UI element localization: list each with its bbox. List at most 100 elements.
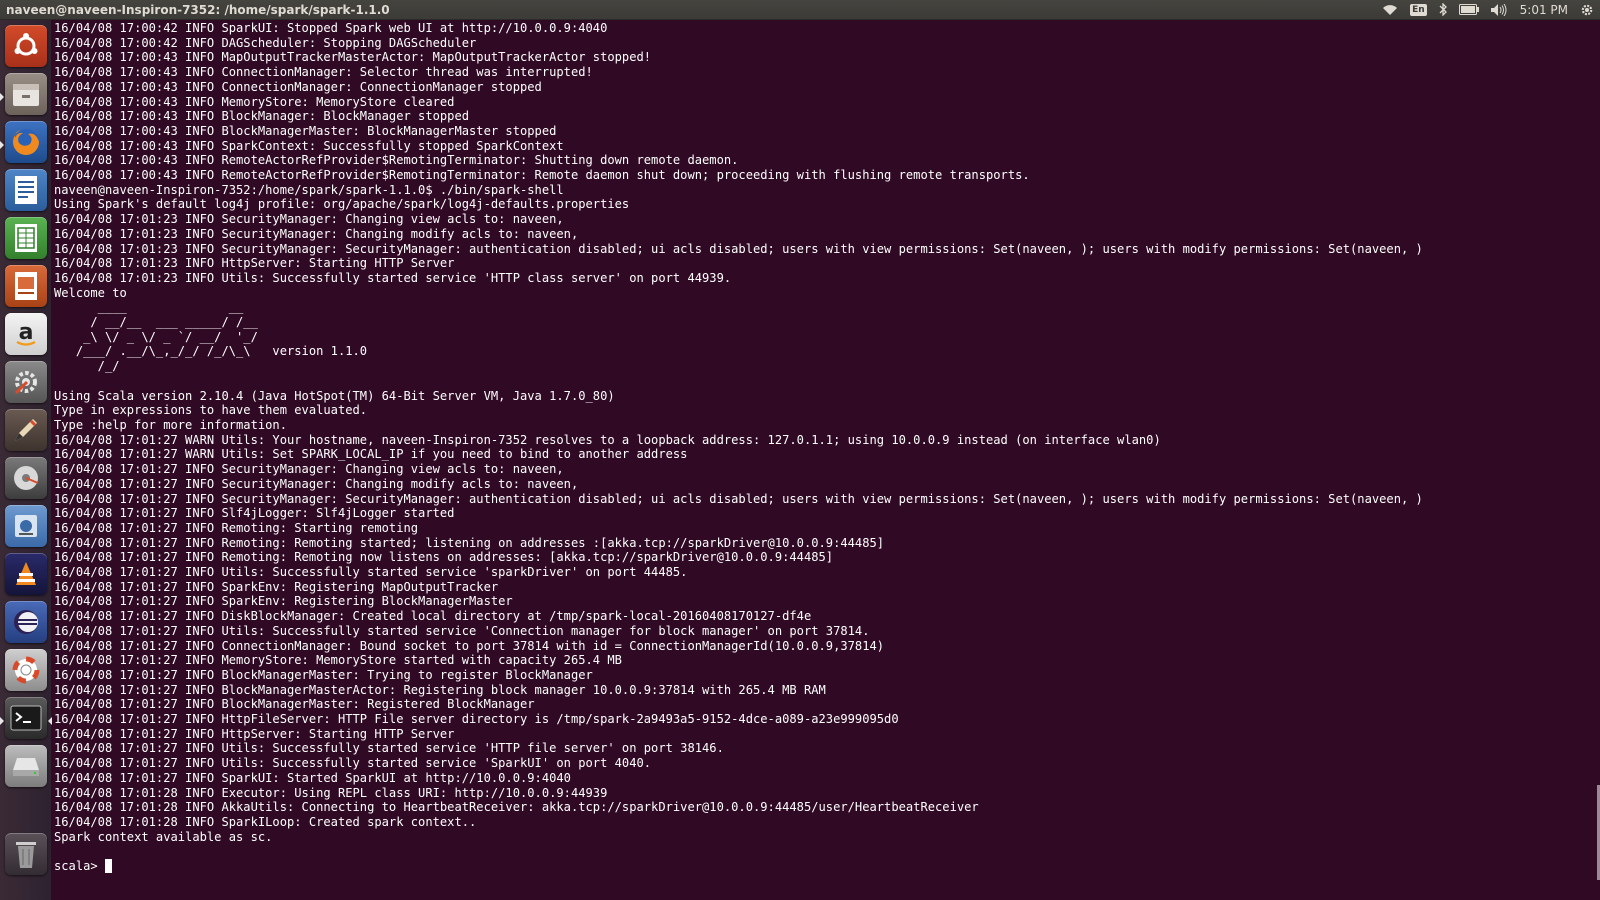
terminal-line: / __/__ ___ _____/ /__ <box>54 315 258 330</box>
keyboard-layout-label: En <box>1410 3 1427 16</box>
text-cursor <box>104 859 112 874</box>
drive-icon <box>10 752 42 780</box>
terminal-line: Welcome to <box>54 285 127 300</box>
terminal-line: 16/04/08 17:01:27 INFO Utils: Successful… <box>54 756 652 771</box>
terminal-line: naveen@naveen-Inspiron-7352:/home/spark/… <box>54 182 564 197</box>
calc-button[interactable] <box>5 217 47 259</box>
terminal-line: /___/ .__/\_,_/_/ /_/\_\ version 1.1.0 <box>54 344 368 359</box>
terminal-line: 16/04/08 17:01:27 INFO Utils: Successful… <box>54 741 724 756</box>
terminal-line: 16/04/08 17:01:27 INFO Utils: Successful… <box>54 623 870 638</box>
terminal-window[interactable]: 16/04/08 17:00:42 INFO SparkUI: Stopped … <box>52 20 1600 900</box>
terminal-line: Spark context available as sc. <box>54 829 273 844</box>
terminal-line: 16/04/08 17:01:27 WARN Utils: Set SPARK_… <box>54 447 688 462</box>
running-indicator <box>0 93 4 101</box>
terminal-line: 16/04/08 17:01:27 INFO Remoting: Remotin… <box>54 550 834 565</box>
wifi-icon[interactable] <box>1382 0 1398 20</box>
impress-button[interactable] <box>5 265 47 307</box>
firefox-icon <box>10 126 42 158</box>
terminal-line: 16/04/08 17:00:43 INFO MapOutputTrackerM… <box>54 50 652 65</box>
terminal-line: 16/04/08 17:00:42 INFO DAGScheduler: Sto… <box>54 35 477 50</box>
firefox-button[interactable] <box>5 121 47 163</box>
launcher: a <box>0 20 52 900</box>
terminal-line: 16/04/08 17:00:42 INFO SparkUI: Stopped … <box>54 21 608 35</box>
terminal-line: 16/04/08 17:01:28 INFO Executor: Using R… <box>54 785 608 800</box>
bluetooth-icon[interactable] <box>1439 0 1447 20</box>
terminal-line: 16/04/08 17:01:27 INFO SparkEnv: Registe… <box>54 579 499 594</box>
running-indicator <box>0 141 4 149</box>
terminal-line: 16/04/08 17:01:23 INFO SecurityManager: … <box>54 226 579 241</box>
terminal-line: 16/04/08 17:01:27 INFO Remoting: Startin… <box>54 520 419 535</box>
terminal-line: 16/04/08 17:00:43 INFO RemoteActorRefPro… <box>54 153 739 168</box>
terminal-line: 16/04/08 17:01:23 INFO SecurityManager: … <box>54 212 564 227</box>
files-button[interactable] <box>5 73 47 115</box>
disks-button[interactable] <box>5 457 47 499</box>
terminal-line: 16/04/08 17:01:23 INFO SecurityManager: … <box>54 241 1423 256</box>
vlc-icon <box>11 559 41 589</box>
writer-icon <box>13 175 39 205</box>
terminal-line: 16/04/08 17:00:43 INFO MemoryStore: Memo… <box>54 94 455 109</box>
terminal-button[interactable] <box>5 697 47 739</box>
help-icon <box>11 655 41 685</box>
software-center-button[interactable] <box>5 505 47 547</box>
prompt-line[interactable]: scala> <box>54 859 1600 874</box>
text-editor-button[interactable] <box>5 409 47 451</box>
amazon-icon: a <box>11 319 41 349</box>
terminal-line: 16/04/08 17:01:28 INFO AkkaUtils: Connec… <box>54 800 979 815</box>
terminal-line: Using Scala version 2.10.4 (Java HotSpot… <box>54 388 615 403</box>
top-panel: naveen@naveen-Inspiron-7352: /home/spark… <box>0 0 1600 20</box>
eclipse-icon <box>11 607 41 637</box>
running-indicator <box>0 717 4 725</box>
calc-icon <box>13 223 39 253</box>
drive-button[interactable] <box>5 745 47 787</box>
system-settings-button[interactable] <box>5 361 47 403</box>
terminal-line: 16/04/08 17:01:27 INFO BlockManagerMaste… <box>54 667 593 682</box>
terminal-line: Type in expressions to have them evaluat… <box>54 403 368 418</box>
terminal-line: 16/04/08 17:01:27 INFO BlockManagerMaste… <box>54 682 826 697</box>
terminal-line: 16/04/08 17:01:27 INFO Slf4jLogger: Slf4… <box>54 506 455 521</box>
terminal-line: 16/04/08 17:01:23 INFO Utils: Successful… <box>54 270 732 285</box>
files-icon <box>11 80 41 108</box>
help-button[interactable] <box>5 649 47 691</box>
impress-icon <box>13 271 39 301</box>
text-editor-icon <box>11 415 41 445</box>
terminal-line: Type :help for more information. <box>54 417 287 432</box>
disk-icon <box>11 463 41 493</box>
eclipse-button[interactable] <box>5 601 47 643</box>
terminal-line: 16/04/08 17:01:27 WARN Utils: Your hostn… <box>54 432 1161 447</box>
vlc-button[interactable] <box>5 553 47 595</box>
terminal-line: 16/04/08 17:00:43 INFO SparkContext: Suc… <box>54 138 564 153</box>
terminal-output: 16/04/08 17:00:42 INFO SparkUI: Stopped … <box>54 21 1600 844</box>
software-center-icon <box>11 511 41 541</box>
terminal-line: 16/04/08 17:00:43 INFO RemoteActorRefPro… <box>54 168 1030 183</box>
dash-home-icon <box>12 32 40 60</box>
trash-icon <box>13 838 39 870</box>
terminal-line: 16/04/08 17:01:27 INFO SecurityManager: … <box>54 476 579 491</box>
writer-button[interactable] <box>5 169 47 211</box>
dash-home-button[interactable] <box>5 25 47 67</box>
terminal-line: 16/04/08 17:01:27 INFO SecurityManager: … <box>54 462 564 477</box>
terminal-icon <box>10 704 42 732</box>
terminal-line: 16/04/08 17:01:27 INFO SparkUI: Started … <box>54 770 571 785</box>
window-title: naveen@naveen-Inspiron-7352: /home/spark… <box>6 2 390 17</box>
terminal-line: 16/04/08 17:01:27 INFO BlockManagerMaste… <box>54 697 535 712</box>
terminal-line: 16/04/08 17:01:27 INFO SecurityManager: … <box>54 491 1423 506</box>
terminal-line: 16/04/08 17:01:27 INFO HttpServer: Start… <box>54 726 455 741</box>
terminal-line: 16/04/08 17:00:43 INFO ConnectionManager… <box>54 65 593 80</box>
indicator-area: En 5:01 PM <box>1382 0 1600 20</box>
terminal-line: 16/04/08 17:01:23 INFO HttpServer: Start… <box>54 256 455 271</box>
keyboard-layout-indicator[interactable]: En <box>1410 0 1427 20</box>
amazon-button[interactable]: a <box>5 313 47 355</box>
terminal-line: 16/04/08 17:01:27 INFO ConnectionManager… <box>54 638 885 653</box>
system-settings-icon <box>11 367 41 397</box>
trash-button[interactable] <box>5 833 47 875</box>
clock[interactable]: 5:01 PM <box>1520 3 1568 17</box>
terminal-line: 16/04/08 17:01:27 INFO DiskBlockManager:… <box>54 609 812 624</box>
terminal-line: /_/ <box>54 359 120 374</box>
terminal-line: _\ \/ _ \/ _ `/ __/ '_/ <box>54 329 258 344</box>
battery-icon[interactable] <box>1458 0 1479 20</box>
volume-icon[interactable] <box>1490 0 1508 20</box>
gear-icon[interactable] <box>1580 0 1594 20</box>
terminal-line: 16/04/08 17:00:43 INFO ConnectionManager… <box>54 79 542 94</box>
terminal-line: ____ __ <box>54 300 244 315</box>
terminal-line: 16/04/08 17:01:28 INFO SparkILoop: Creat… <box>54 814 477 829</box>
